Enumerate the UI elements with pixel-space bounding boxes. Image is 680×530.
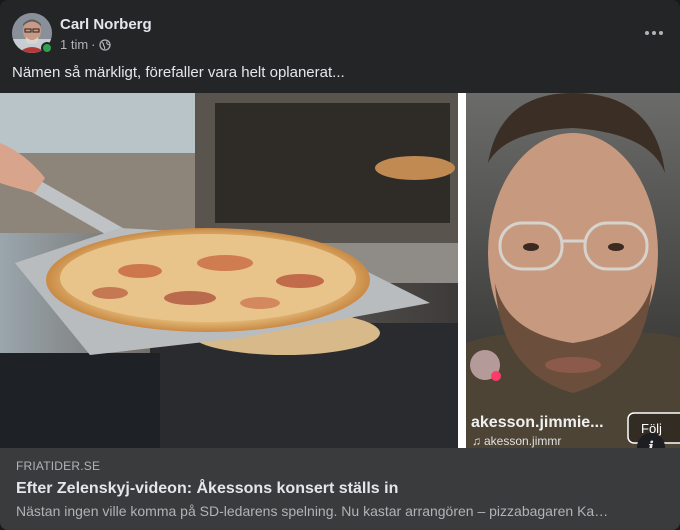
link-title[interactable]: Efter Zelenskyj-videon: Åkessons konsert… — [16, 480, 398, 498]
link-domain: FRIATIDER.SE — [16, 459, 101, 473]
link-description: Nästan ingen ville komma på SD-ledarens … — [16, 503, 609, 519]
post-meta: 1 tim · — [60, 37, 111, 52]
overlay-username: akesson.jimmie... — [471, 414, 604, 431]
heart-icon — [491, 371, 501, 381]
author-name[interactable]: Carl Norberg — [60, 16, 152, 33]
post-card: Carl Norberg 1 tim · Nämen så märkligt, … — [0, 0, 680, 530]
link-preview-footer[interactable]: FRIATIDER.SE Efter Zelenskyj-videon: Åke… — [0, 448, 680, 530]
overlay-sub: akesson.jimmr — [484, 434, 561, 448]
more-dot — [659, 31, 663, 35]
post-text: Nämen så märkligt, förefaller vara helt … — [12, 64, 345, 81]
meta-separator: · — [91, 37, 96, 52]
music-note-icon: ♫ — [472, 434, 481, 448]
post-time[interactable]: 1 tim — [60, 37, 88, 52]
more-horizontal-icon — [645, 31, 649, 35]
post-header: Carl Norberg 1 tim · — [12, 13, 668, 55]
link-preview-image[interactable]: akesson.jimmie... ♫ akesson.jimmr Följ i — [0, 93, 680, 448]
globe-icon[interactable] — [98, 38, 111, 51]
more-options-button[interactable] — [640, 19, 668, 47]
more-dot — [652, 31, 656, 35]
preview-photo-composite: akesson.jimmie... ♫ akesson.jimmr Följ — [0, 93, 680, 448]
online-status-dot — [41, 42, 53, 54]
